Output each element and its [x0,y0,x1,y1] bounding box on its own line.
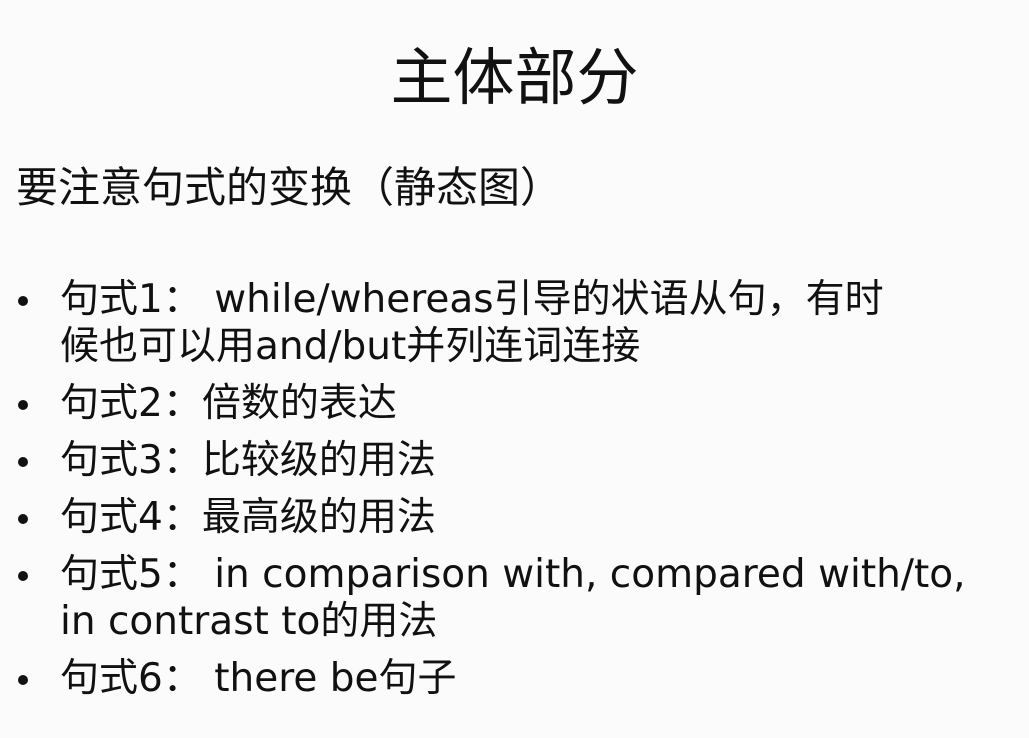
bullet-text-line: 句式3：比较级的用法 [60,438,436,483]
bullet-dot-icon [18,400,28,410]
bullet-item-1: 句式1： while/whereas引导的状语从句，有时 候也可以用and/bu… [0,276,1029,370]
slide: 主体部分 要注意句式的变换（静态图） 句式1： while/whereas引导的… [0,0,1029,738]
bullet-text-line: in contrast to的用法 [60,599,438,644]
bullet-dot-icon [18,675,28,685]
bullet-item-3: 句式3：比较级的用法 [0,437,1029,484]
bullet-text-line: 句式5： in comparison with, compared with/t… [60,552,966,597]
bullet-dot-icon [18,457,28,467]
bullet-item-4: 句式4：最高级的用法 [0,494,1029,541]
bullet-dot-icon [18,514,28,524]
bullet-list: 句式1： while/whereas引导的状语从句，有时 候也可以用and/bu… [0,276,1029,712]
bullet-text-line: 候也可以用and/but并列连词连接 [60,324,641,369]
bullet-dot-icon [18,296,28,306]
bullet-text-line: 句式2：倍数的表达 [60,381,397,426]
bullet-text-line: 句式6： there be句子 [60,656,457,701]
bullet-text-line: 句式4：最高级的用法 [60,495,436,540]
slide-title: 主体部分 [390,41,639,114]
bullet-text-line: 句式1： while/whereas引导的状语从句，有时 [60,277,884,322]
bullet-item-6: 句式6： there be句子 [0,655,1029,702]
bullet-item-5: 句式5： in comparison with, compared with/t… [0,551,1029,645]
slide-subheading: 要注意句式的变换（静态图） [16,163,563,212]
bullet-item-2: 句式2：倍数的表达 [0,380,1029,427]
bullet-dot-icon [18,571,28,581]
